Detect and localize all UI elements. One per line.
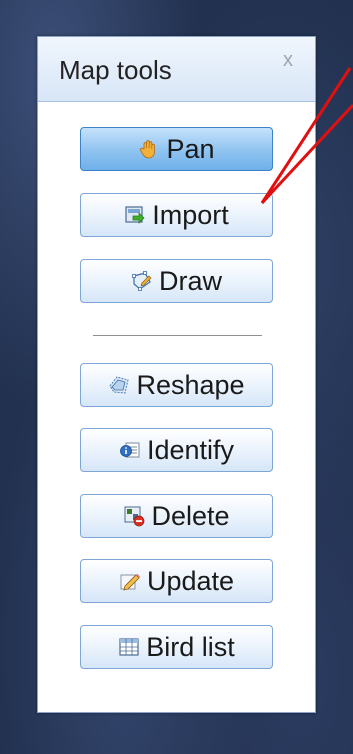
identify-icon [120, 442, 140, 458]
identify-label: Identify [146, 434, 235, 465]
update-pencil-icon [120, 573, 141, 591]
draw-label: Draw [158, 265, 222, 296]
identify-button[interactable]: Identify [80, 428, 273, 472]
table-grid-icon [119, 638, 139, 656]
pan-label: Pan [166, 133, 215, 164]
update-label: Update [146, 565, 235, 596]
bird-list-label: Bird list [146, 631, 235, 662]
hand-icon [140, 140, 156, 159]
panel-title: Map tools [59, 55, 172, 85]
delete-icon [124, 506, 145, 527]
draw-button[interactable]: Draw [80, 259, 273, 303]
divider [93, 335, 262, 336]
reshape-button[interactable]: Reshape [80, 363, 273, 407]
delete-button[interactable]: Delete [80, 494, 273, 538]
panel-header: Map tools x [38, 37, 315, 102]
close-icon[interactable]: x [283, 49, 293, 72]
update-button[interactable]: Update [80, 559, 273, 603]
reshape-icon [109, 376, 130, 394]
draw-polygon-icon [132, 271, 152, 291]
map-tools-panel: Map tools x Pan Import Draw Reshape Iden… [37, 36, 316, 713]
pan-button[interactable]: Pan [80, 127, 273, 171]
delete-label: Delete [151, 500, 230, 531]
reshape-label: Reshape [136, 369, 245, 400]
import-button[interactable]: Import [80, 193, 273, 237]
import-label: Import [152, 199, 229, 230]
import-icon [125, 206, 145, 224]
bird-list-button[interactable]: Bird list [80, 625, 273, 669]
